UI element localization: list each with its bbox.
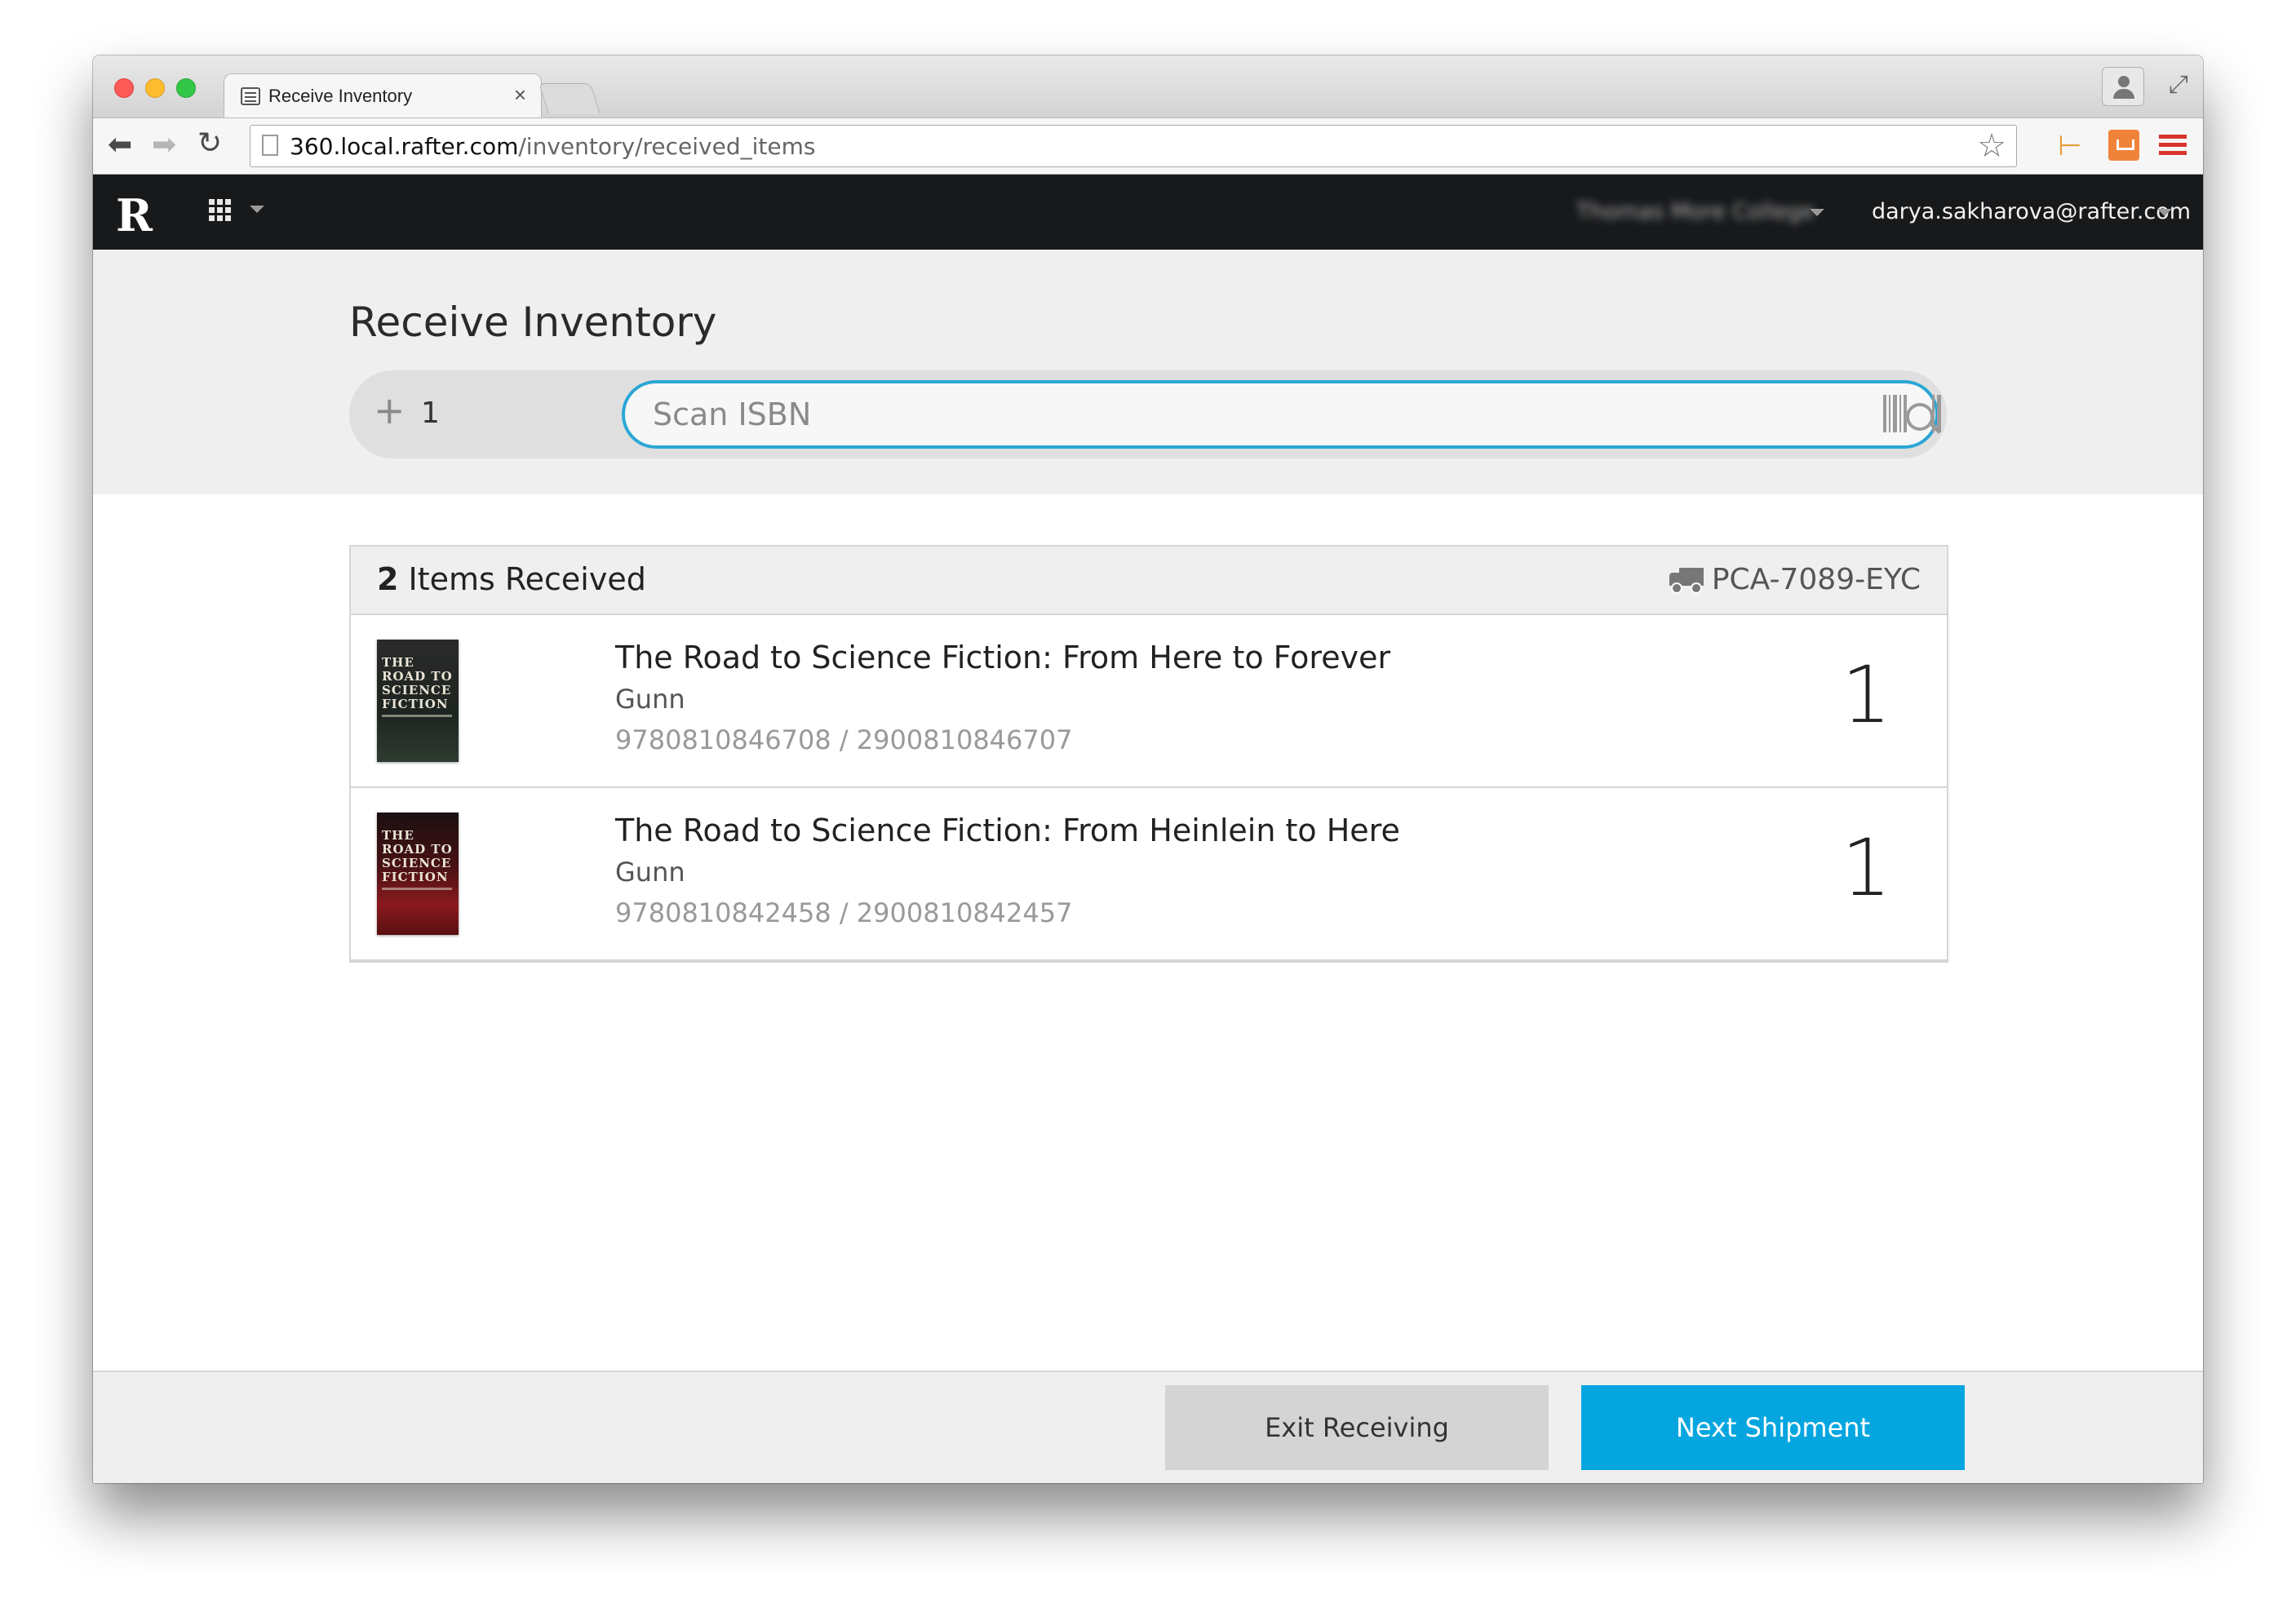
items-received-count: 2 Items Received	[377, 561, 646, 597]
address-bar[interactable]: 360.local.rafter.com/inventory/received_…	[250, 125, 2017, 167]
chevron-down-icon[interactable]	[2157, 209, 2172, 216]
tab-close-icon[interactable]: ×	[514, 82, 526, 108]
quantity-increment-button[interactable]: +	[374, 388, 406, 432]
minimize-window-button[interactable]	[145, 78, 165, 98]
quantity-field[interactable]: 1	[421, 396, 440, 430]
page-favicon-icon	[241, 87, 260, 105]
item-quantity: 1	[1841, 649, 1891, 741]
browser-window: Receive Inventory × ⤢ ⬅ ➡ ↻ 360.local.ra…	[93, 55, 2203, 1483]
scan-bar: + 1	[349, 370, 1947, 458]
received-item-row[interactable]: THE ROAD TO SCIENCE FICTION The Road to …	[351, 788, 1947, 961]
exit-receiving-button[interactable]: Exit Receiving	[1165, 1385, 1549, 1470]
page-title: Receive Inventory	[349, 299, 717, 346]
user-menu[interactable]: darya.sakharova@rafter.com	[1872, 199, 2191, 224]
back-icon[interactable]: ⬅	[108, 128, 132, 162]
truck-icon	[1669, 568, 1704, 594]
book-cover-image: THE ROAD TO SCIENCE FICTION	[377, 640, 459, 762]
fullscreen-icon[interactable]: ⤢	[2169, 70, 2188, 99]
tab-strip: Receive Inventory × ⤢	[93, 55, 2203, 119]
close-window-button[interactable]	[114, 78, 134, 98]
browser-tab[interactable]: Receive Inventory ×	[224, 73, 542, 119]
url-text: 360.local.rafter.com/inventory/received_…	[290, 133, 816, 160]
item-author: Gunn	[615, 857, 685, 888]
star-icon[interactable]: ☆	[1977, 127, 2006, 165]
profile-icon[interactable]	[2102, 67, 2144, 106]
item-title: The Road to Science Fiction: From Heinle…	[615, 813, 1400, 848]
action-footer: Exit Receiving Next Shipment	[93, 1371, 2203, 1483]
panel-header: 2 Items Received PCA-7089-EYC	[351, 547, 1947, 615]
chevron-down-icon[interactable]	[1810, 209, 1824, 216]
reload-icon[interactable]: ↻	[197, 126, 222, 160]
next-shipment-button[interactable]: Next Shipment	[1581, 1385, 1965, 1470]
zoom-window-button[interactable]	[176, 78, 196, 98]
tab-title: Receive Inventory	[268, 86, 413, 106]
rafter-logo[interactable]: R	[116, 189, 153, 241]
extension-icon[interactable]: ⊢	[2058, 130, 2082, 162]
shipment-id: PCA-7089-EYC	[1669, 563, 1921, 596]
item-isbns: 9780810846708 / 2900810846707	[615, 724, 1073, 755]
item-author: Gunn	[615, 684, 685, 715]
apps-grid-icon[interactable]	[209, 199, 233, 222]
organization-selector[interactable]: Thomas More College	[1576, 199, 1815, 224]
new-tab-button[interactable]	[538, 83, 601, 114]
book-cover-image: THE ROAD TO SCIENCE FICTION	[377, 813, 459, 935]
menu-icon[interactable]	[2159, 135, 2187, 159]
page-header: Receive Inventory + 1	[93, 250, 2203, 494]
forward-icon[interactable]: ➡	[152, 128, 176, 162]
barcode-scan-icon[interactable]	[1883, 395, 1948, 436]
received-item-row[interactable]: THE ROAD TO SCIENCE FICTION The Road to …	[351, 615, 1947, 788]
extension-icon[interactable]	[2108, 130, 2139, 161]
page-icon	[262, 135, 278, 156]
browser-toolbar: ⬅ ➡ ↻ 360.local.rafter.com/inventory/rec…	[93, 117, 2203, 175]
chevron-down-icon[interactable]	[250, 206, 264, 213]
app-header: R Thomas More College darya.sakharova@ra…	[93, 175, 2203, 250]
item-title: The Road to Science Fiction: From Here t…	[615, 640, 1391, 675]
received-items-panel: 2 Items Received PCA-7089-EYC THE ROAD T…	[349, 545, 1948, 963]
item-isbns: 9780810842458 / 2900810842457	[615, 897, 1073, 928]
isbn-scan-input[interactable]	[622, 380, 1939, 449]
item-quantity: 1	[1841, 822, 1891, 914]
